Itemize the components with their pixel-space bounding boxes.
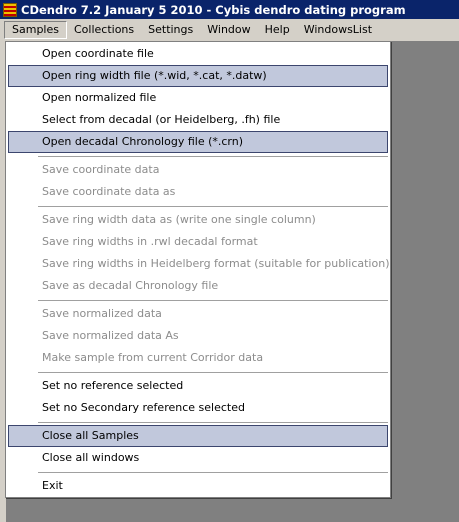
menu-separator: [38, 206, 388, 207]
menu-item-save-ring-widths-heidelberg[interactable]: Save ring widths in Heidelberg format (s…: [8, 253, 389, 275]
menu-item-open-coordinate-file[interactable]: Open coordinate file: [8, 43, 388, 65]
menu-item-save-as-decadal-chronology[interactable]: Save as decadal Chronology file: [8, 275, 388, 297]
menu-separator: [38, 300, 388, 301]
menu-samples[interactable]: Samples: [4, 21, 67, 39]
menu-item-open-normalized-file[interactable]: Open normalized file: [8, 87, 388, 109]
menu-item-exit[interactable]: Exit: [8, 475, 388, 497]
menu-collections[interactable]: Collections: [67, 21, 141, 39]
menu-item-save-ring-width-data-as[interactable]: Save ring width data as (write one singl…: [8, 209, 388, 231]
menu-item-save-normalized-data-as[interactable]: Save normalized data As: [8, 325, 388, 347]
menu-item-select-from-decadal-file[interactable]: Select from decadal (or Heidelberg, .fh)…: [8, 109, 388, 131]
menu-help[interactable]: Help: [258, 21, 297, 39]
menu-item-save-normalized-data[interactable]: Save normalized data: [8, 303, 388, 325]
menu-item-close-all-samples[interactable]: Close all Samples: [8, 425, 388, 447]
menu-settings[interactable]: Settings: [141, 21, 200, 39]
menu-item-open-ring-width-file[interactable]: Open ring width file (*.wid, *.cat, *.da…: [8, 65, 388, 87]
menu-item-save-ring-widths-rwl[interactable]: Save ring widths in .rwl decadal format: [8, 231, 388, 253]
menu-item-save-coordinate-data-as[interactable]: Save coordinate data as: [8, 181, 388, 203]
menu-separator: [38, 372, 388, 373]
menu-separator: [38, 422, 388, 423]
window-title: CDendro 7.2 January 5 2010 - Cybis dendr…: [21, 2, 406, 17]
menu-windowslist[interactable]: WindowsList: [297, 21, 379, 39]
menu-item-open-decadal-chronology-file[interactable]: Open decadal Chronology file (*.crn): [8, 131, 388, 153]
samples-dropdown-menu: Open coordinate file Open ring width fil…: [5, 41, 391, 498]
menu-item-save-coordinate-data[interactable]: Save coordinate data: [8, 159, 388, 181]
app-icon[interactable]: [3, 2, 17, 17]
menu-item-close-all-windows[interactable]: Close all windows: [8, 447, 388, 469]
menu-item-make-sample-from-corridor[interactable]: Make sample from current Corridor data: [8, 347, 388, 369]
menu-item-set-no-reference[interactable]: Set no reference selected: [8, 375, 388, 397]
menu-window[interactable]: Window: [200, 21, 257, 39]
menu-separator: [38, 472, 388, 473]
menu-separator: [38, 156, 388, 157]
menu-bar: Samples Collections Settings Window Help…: [0, 19, 459, 42]
menu-item-set-no-secondary-reference[interactable]: Set no Secondary reference selected: [8, 397, 388, 419]
title-bar[interactable]: CDendro 7.2 January 5 2010 - Cybis dendr…: [0, 0, 459, 19]
